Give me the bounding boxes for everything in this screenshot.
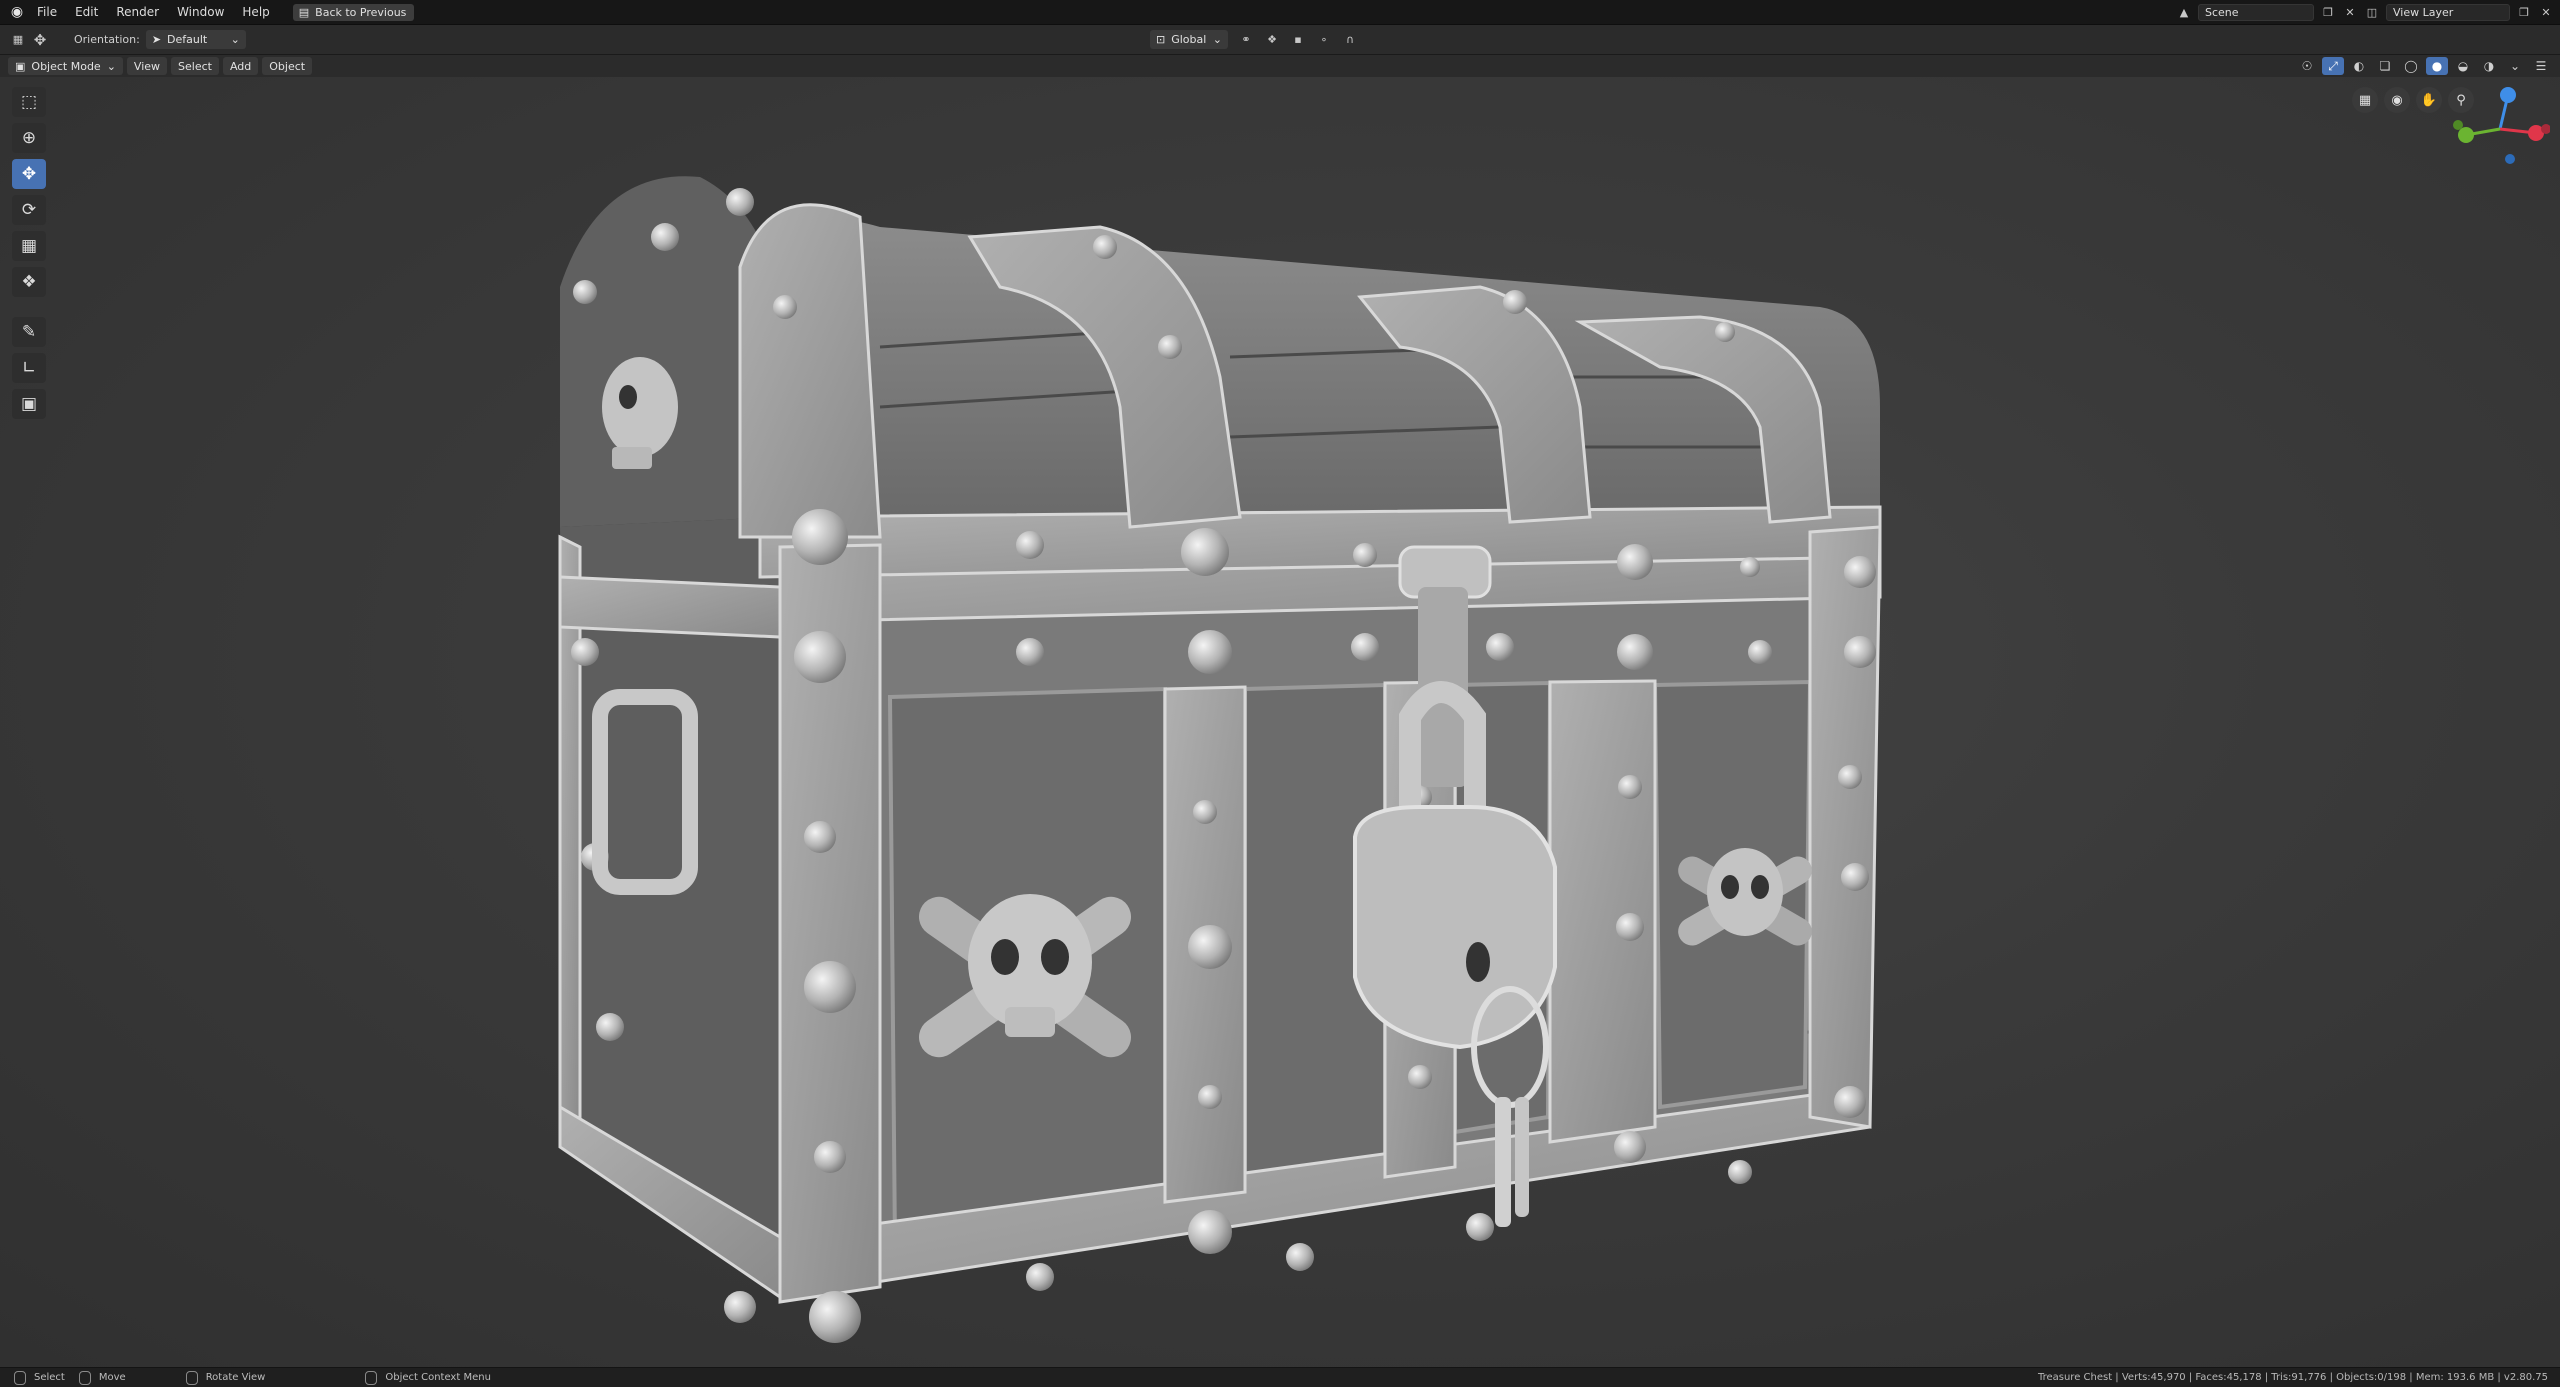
- material-shading-icon[interactable]: ◒: [2452, 57, 2474, 75]
- top-right-controls: ▲ Scene ❐ ✕ ◫ View Layer ❐ ✕: [2176, 0, 2560, 25]
- viewport-header: ▣ Object Mode ⌄ View Select Add Object ☉…: [0, 55, 2560, 77]
- hand-pan-icon[interactable]: ✋: [2416, 87, 2442, 113]
- scale-tool[interactable]: ▦: [12, 231, 46, 261]
- visibility-icon[interactable]: ☉: [2296, 57, 2318, 75]
- view-layer-name: View Layer: [2393, 6, 2454, 19]
- axis-y-icon[interactable]: [2458, 127, 2474, 143]
- add-cube-tool[interactable]: ▣: [12, 389, 46, 419]
- view-menu[interactable]: View: [126, 57, 168, 75]
- key-1: [1495, 1097, 1511, 1227]
- menu-render[interactable]: Render: [107, 0, 168, 25]
- transform-tool[interactable]: ❖: [12, 267, 46, 297]
- move-tool-icon[interactable]: ✥: [32, 31, 48, 49]
- status-rotate-label: Rotate View: [205, 1372, 266, 1383]
- rotate-tool[interactable]: ⟳: [12, 195, 46, 225]
- rendered-shading-icon[interactable]: ◑: [2478, 57, 2500, 75]
- annotate-tool[interactable]: ✎: [12, 317, 46, 347]
- keyhole: [1466, 942, 1490, 982]
- new-view-layer-icon[interactable]: ❐: [2516, 5, 2532, 21]
- add-menu[interactable]: Add: [222, 57, 259, 75]
- chevron-down-icon: ⌄: [1212, 33, 1222, 46]
- camera-icon[interactable]: ◉: [2384, 87, 2410, 113]
- grid-icon[interactable]: ▦: [2352, 87, 2378, 113]
- select-menu[interactable]: Select: [171, 57, 219, 75]
- menu-file[interactable]: File: [28, 0, 66, 25]
- move-tool[interactable]: ✥: [12, 159, 46, 189]
- new-scene-icon[interactable]: ❐: [2320, 5, 2336, 21]
- 3d-viewport[interactable]: ⬚ ⊕ ✥ ⟳ ▦ ❖ ✎ ∟ ▣ ▦ ◉ ✋ ⚲: [0, 77, 2560, 1367]
- transform-space-value: Global: [1171, 33, 1207, 46]
- solid-shading-icon[interactable]: ●: [2426, 57, 2448, 75]
- select-box-tool[interactable]: ⬚: [12, 87, 46, 117]
- snap-icon[interactable]: ❖: [1264, 32, 1280, 48]
- status-select-label: Select: [34, 1372, 65, 1383]
- status-bar: Select Move Rotate View Object Context M…: [0, 1367, 2560, 1387]
- treasure-chest-model[interactable]: [0, 77, 2560, 1367]
- orientation-value: Default: [167, 33, 208, 46]
- top-menu-bar: ◉ File Edit Render Window Help ▤ Back to…: [0, 0, 2560, 25]
- scene-name: Scene: [2205, 6, 2239, 19]
- menu-help[interactable]: Help: [233, 0, 278, 25]
- orientation-icon: ➤: [151, 33, 162, 46]
- mouse-right-icon: [365, 1370, 378, 1385]
- mode-value: Object Mode: [31, 59, 101, 73]
- back-to-previous-label: Back to Previous: [315, 5, 407, 19]
- scene-statistics: Treasure Chest | Verts:45,970 | Faces:45…: [2037, 1372, 2548, 1383]
- mouse-left-icon: [14, 1370, 26, 1385]
- transform-space-dropdown[interactable]: ⊡ Global ⌄: [1150, 30, 1228, 49]
- wireframe-shading-icon[interactable]: ◯: [2400, 57, 2422, 75]
- transform-space-icon: ⊡: [1156, 33, 1166, 46]
- status-context: Object Context Menu: [365, 1370, 491, 1385]
- delete-view-layer-icon[interactable]: ✕: [2538, 5, 2554, 21]
- status-context-label: Object Context Menu: [385, 1372, 491, 1383]
- object-menu[interactable]: Object: [262, 57, 313, 75]
- status-move: Move: [78, 1370, 126, 1385]
- scene-selector[interactable]: Scene: [2198, 4, 2314, 21]
- menu-edit[interactable]: Edit: [66, 0, 107, 25]
- editor-type-icon[interactable]: ▦: [10, 32, 26, 48]
- status-move-label: Move: [98, 1372, 126, 1383]
- axis-neg-y-icon[interactable]: [2453, 120, 2463, 130]
- tool-shelf: ⬚ ⊕ ✥ ⟳ ▦ ❖ ✎ ∟ ▣: [6, 87, 52, 419]
- pivot-icon[interactable]: ⚭: [1238, 32, 1254, 48]
- chevron-down-icon: ⌄: [230, 33, 240, 46]
- tool-header: ▦ ✥ Orientation: ➤ Default ⌄ ⊡ Global ⌄ …: [0, 25, 2560, 55]
- scene-icon[interactable]: ▲: [2176, 5, 2192, 21]
- shading-options-icon[interactable]: ⌄: [2504, 57, 2526, 75]
- back-to-previous-button[interactable]: ▤ Back to Previous: [292, 3, 415, 21]
- mode-dropdown[interactable]: ▣ Object Mode ⌄: [8, 57, 123, 75]
- orientation-label: Orientation:: [74, 33, 140, 46]
- falloff-icon[interactable]: ∩: [1342, 32, 1358, 48]
- gizmo-toggle-icon[interactable]: ⤢: [2322, 57, 2344, 75]
- proportional-edit-icon[interactable]: ∘: [1316, 32, 1332, 48]
- key-2: [1515, 1097, 1529, 1217]
- menu-window[interactable]: Window: [168, 0, 233, 25]
- navigation-gizmo[interactable]: [2440, 83, 2550, 169]
- xray-icon[interactable]: ❏: [2374, 57, 2396, 75]
- delete-scene-icon[interactable]: ✕: [2342, 5, 2358, 21]
- status-select: Select: [14, 1370, 65, 1385]
- mouse-drag-icon: [78, 1370, 91, 1385]
- blender-logo-icon[interactable]: ◉: [6, 0, 28, 25]
- axis-z-icon[interactable]: [2500, 87, 2516, 103]
- measure-tool[interactable]: ∟: [12, 353, 46, 383]
- axis-neg-z-icon[interactable]: [2505, 154, 2515, 164]
- chevron-down-icon: ⌄: [106, 59, 116, 73]
- snap-target-icon[interactable]: ▪: [1290, 32, 1306, 48]
- orientation-dropdown[interactable]: ➤ Default ⌄: [145, 30, 246, 49]
- object-mode-icon: ▣: [15, 59, 26, 73]
- cursor-tool[interactable]: ⊕: [12, 123, 46, 153]
- mouse-middle-icon: [185, 1370, 198, 1385]
- overlays-icon[interactable]: ◐: [2348, 57, 2370, 75]
- view-layer-selector[interactable]: View Layer: [2386, 4, 2510, 21]
- view-layer-icon[interactable]: ◫: [2364, 5, 2380, 21]
- sidebar-toggle-icon[interactable]: ☰: [2530, 57, 2552, 75]
- status-rotate: Rotate View: [185, 1370, 266, 1385]
- padlock-body: [1353, 805, 1557, 1050]
- back-icon: ▤: [298, 5, 310, 19]
